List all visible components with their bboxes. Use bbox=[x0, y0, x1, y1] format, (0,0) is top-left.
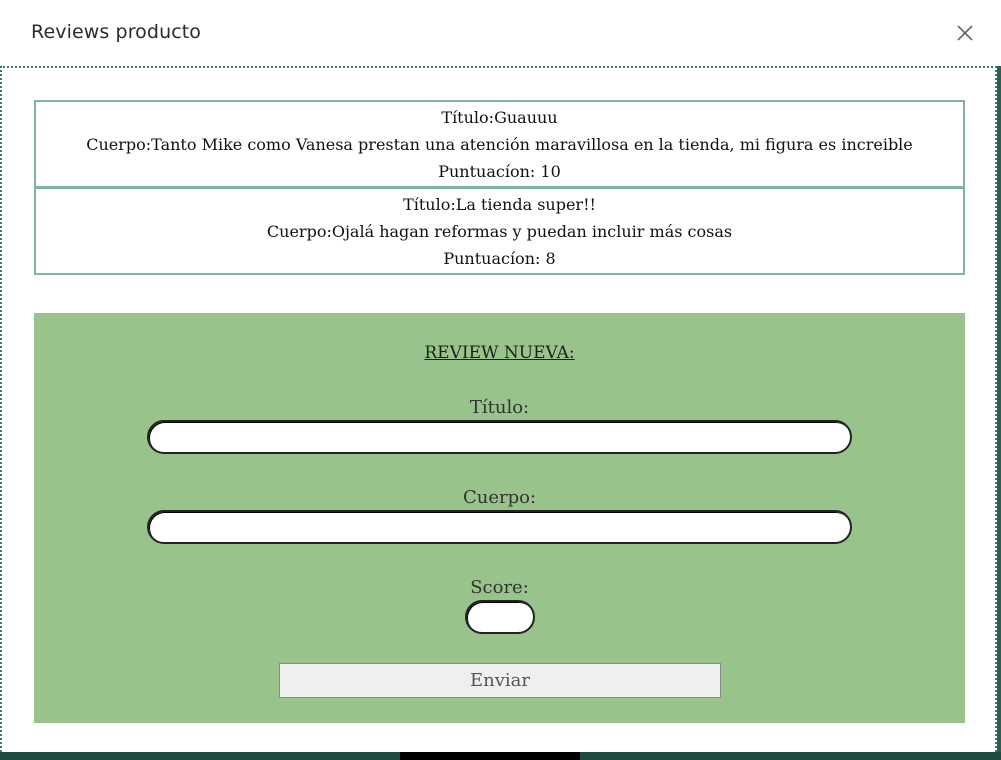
body-field-label: Cuerpo: bbox=[462, 487, 537, 508]
close-icon[interactable] bbox=[953, 21, 977, 45]
review-score-line: Puntuacíon: 8 bbox=[36, 245, 963, 272]
review-score: 10 bbox=[540, 162, 561, 181]
reviews-dialog: Reviews producto Título:Guauuu Cuerpo:Ta… bbox=[0, 0, 1001, 760]
taskbar-segment bbox=[400, 752, 580, 760]
new-review-form: REVIEW NUEVA: Título: Cuerpo: Score: Env… bbox=[34, 313, 965, 723]
review-body: Tanto Mike como Vanesa prestan una atenc… bbox=[151, 135, 913, 154]
review-body: Ojalá hagan reformas y puedan incluir má… bbox=[331, 222, 733, 241]
review-card: Título:La tienda super!! Cuerpo:Ojalá ha… bbox=[34, 187, 965, 275]
body-input[interactable] bbox=[147, 510, 852, 544]
review-score-label: Puntuacíon: bbox=[443, 249, 541, 268]
review-body-label: Cuerpo: bbox=[266, 222, 332, 241]
score-field-label: Score: bbox=[470, 577, 529, 598]
review-body-line: Cuerpo:Tanto Mike como Vanesa prestan un… bbox=[36, 131, 963, 158]
review-score: 8 bbox=[545, 249, 556, 268]
dialog-titlebar: Reviews producto bbox=[0, 0, 1001, 66]
score-input[interactable] bbox=[465, 600, 535, 634]
review-card: Título:Guauuu Cuerpo:Tanto Mike como Van… bbox=[34, 100, 965, 188]
review-title-line: Título:Guauuu bbox=[36, 104, 963, 131]
window-edge bbox=[997, 66, 1001, 752]
review-score-label: Puntuacíon: bbox=[438, 162, 536, 181]
review-title-label: Título: bbox=[403, 195, 456, 214]
dialog-title: Reviews producto bbox=[31, 21, 202, 43]
review-score-line: Puntuacíon: 10 bbox=[36, 158, 963, 185]
title-input[interactable] bbox=[147, 420, 852, 454]
review-title: La tienda super!! bbox=[455, 195, 596, 214]
review-title-line: Título:La tienda super!! bbox=[36, 191, 963, 218]
submit-button[interactable]: Enviar bbox=[279, 663, 721, 698]
review-title-label: Título: bbox=[441, 108, 495, 127]
form-heading: REVIEW NUEVA: bbox=[424, 343, 575, 363]
review-title: Guauuu bbox=[494, 108, 558, 127]
taskbar-strip bbox=[0, 752, 1001, 760]
title-field-label: Título: bbox=[469, 397, 530, 418]
review-body-label: Cuerpo: bbox=[86, 135, 152, 154]
review-body-line: Cuerpo:Ojalá hagan reformas y puedan inc… bbox=[36, 218, 963, 245]
